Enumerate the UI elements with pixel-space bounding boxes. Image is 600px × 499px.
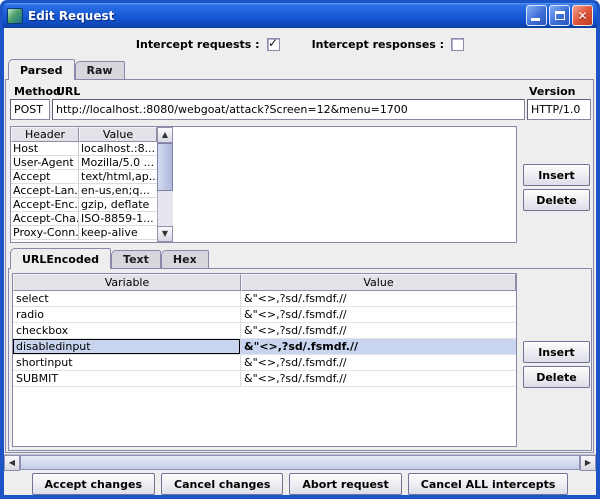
request-view-tabs: Parsed Raw [8,59,125,80]
header-name-cell[interactable]: Accept-Lan... [11,184,79,197]
param-value-cell[interactable]: &"<>,?sd/.fsmdf.// [241,323,516,338]
header-value-cell[interactable]: gzip, deflate [79,198,157,211]
cancel-changes-button[interactable]: Cancel changes [161,473,283,495]
params-insert-button[interactable]: Insert [523,341,590,363]
header-row[interactable]: User-Agent Mozilla/5.0 ... [11,156,157,170]
tab-parsed[interactable]: Parsed [8,59,75,80]
param-row[interactable]: shortinput &"<>,?sd/.fsmdf.// [13,355,516,371]
tab-urlencoded[interactable]: URLEncoded [10,248,111,269]
url-field[interactable] [52,99,525,120]
header-name-cell[interactable]: Proxy-Conn... [11,226,79,239]
header-name-cell[interactable]: Accept [11,170,79,183]
headers-delete-button[interactable]: Delete [523,189,590,211]
url-label: URL [56,85,80,98]
scroll-down-icon[interactable]: ▼ [157,226,173,242]
param-variable-cell[interactable]: shortinput [13,355,241,370]
param-variable-cell[interactable]: disabledinput [13,339,241,354]
method-label: Method [14,85,61,98]
scroll-left-icon[interactable]: ◀ [4,455,20,471]
params-table: Variable Value select &"<>,?sd/.fsmdf.//… [12,273,517,447]
header-row[interactable]: Accept-Lan... en-us,en;q... [11,184,157,198]
version-label: Version [529,85,576,98]
intercept-row: Intercept requests : ✓ Intercept respons… [4,34,596,54]
header-value-cell[interactable]: Mozilla/5.0 ... [79,156,157,169]
scrollbar-thumb[interactable] [20,455,580,470]
edit-request-window: Edit Request ✕ Intercept requests : ✓ In… [0,0,600,499]
abort-request-button[interactable]: Abort request [289,473,401,495]
param-row[interactable]: disabledinput &"<>,?sd/.fsmdf.// [13,339,516,355]
header-row[interactable]: Accept text/html,ap... [11,170,157,184]
header-value-cell[interactable]: localhost.:8... [79,142,157,155]
maximize-icon [555,11,565,20]
params-col-variable[interactable]: Variable [13,274,241,291]
titlebar[interactable]: Edit Request ✕ [3,3,597,28]
param-value-cell[interactable]: &"<>,?sd/.fsmdf.// [241,307,516,322]
header-value-cell[interactable]: text/html,ap... [79,170,157,183]
param-variable-cell[interactable]: radio [13,307,241,322]
intercept-responses-label: Intercept responses : [312,38,445,51]
headers-insert-button[interactable]: Insert [523,164,590,186]
header-row[interactable]: Proxy-Conn... keep-alive [11,226,157,240]
header-row[interactable]: Accept-Enc... gzip, deflate [11,198,157,212]
header-row[interactable]: Accept-Cha... ISO-8859-1... [11,212,157,226]
param-row[interactable]: SUBMIT &"<>,?sd/.fsmdf.// [13,371,516,387]
param-value-cell[interactable]: &"<>,?sd/.fsmdf.// [241,355,516,370]
param-row[interactable]: select &"<>,?sd/.fsmdf.// [13,291,516,307]
version-field[interactable] [527,99,591,120]
header-name-cell[interactable]: Host [11,142,79,155]
headers-vertical-scrollbar[interactable]: ▲ ▼ [157,127,173,242]
tab-raw[interactable]: Raw [75,61,125,79]
header-value-cell[interactable]: keep-alive [79,226,157,239]
intercept-requests-checkbox[interactable]: ✓ [267,38,280,51]
param-row[interactable]: checkbox &"<>,?sd/.fsmdf.// [13,323,516,339]
spacer [287,44,305,45]
minimize-button[interactable] [526,5,547,26]
param-variable-cell[interactable]: checkbox [13,323,241,338]
param-value-cell[interactable]: &"<>,?sd/.fsmdf.// [241,339,516,354]
headers-col-header[interactable]: Header [11,127,79,142]
header-value-cell[interactable]: en-us,en;q... [79,184,157,197]
accept-changes-button[interactable]: Accept changes [32,473,155,495]
tab-hex[interactable]: Hex [161,250,209,268]
client-area: Intercept requests : ✓ Intercept respons… [4,28,596,495]
params-table-header: Variable Value [13,274,516,291]
param-variable-cell[interactable]: select [13,291,241,306]
minimize-icon [531,18,540,21]
param-row[interactable]: radio &"<>,?sd/.fsmdf.// [13,307,516,323]
window-controls: ✕ [526,5,593,26]
close-icon: ✕ [577,10,587,22]
param-value-cell[interactable]: &"<>,?sd/.fsmdf.// [241,291,516,306]
body-view-tabs: URLEncoded Text Hex [10,248,209,269]
header-value-cell[interactable]: ISO-8859-1... [79,212,157,225]
intercept-responses-checkbox[interactable]: ✓ [451,38,464,51]
params-delete-button[interactable]: Delete [523,366,590,388]
method-field[interactable] [10,99,50,120]
header-name-cell[interactable]: Accept-Cha... [11,212,79,225]
params-col-value[interactable]: Value [241,274,516,291]
param-variable-cell[interactable]: SUBMIT [13,371,241,386]
check-icon: ✓ [268,36,278,50]
horizontal-scrollbar[interactable]: ◀ ▶ [4,454,596,470]
maximize-button[interactable] [549,5,570,26]
tab-text[interactable]: Text [111,250,161,268]
scroll-right-icon[interactable]: ▶ [580,455,596,471]
cancel-all-intercepts-button[interactable]: Cancel ALL intercepts [408,473,569,495]
headers-table: Header Value Host localhost.:8... User-A… [10,126,517,243]
intercept-requests-label: Intercept requests : [136,38,260,51]
scroll-up-icon[interactable]: ▲ [157,127,173,143]
scrollbar-thumb[interactable] [157,143,173,191]
headers-table-header: Header Value [11,127,157,142]
app-icon [7,8,23,24]
header-row[interactable]: Host localhost.:8... [11,142,157,156]
params-table-body: select &"<>,?sd/.fsmdf.// radio &"<>,?sd… [13,291,516,387]
headers-table-body: Host localhost.:8... User-Agent Mozilla/… [11,142,157,240]
header-name-cell[interactable]: Accept-Enc... [11,198,79,211]
footer-buttons: Accept changes Cancel changes Abort requ… [4,473,596,495]
header-name-cell[interactable]: User-Agent [11,156,79,169]
param-value-cell[interactable]: &"<>,?sd/.fsmdf.// [241,371,516,386]
headers-col-value[interactable]: Value [79,127,157,142]
close-button[interactable]: ✕ [572,5,593,26]
window-title: Edit Request [28,9,114,23]
